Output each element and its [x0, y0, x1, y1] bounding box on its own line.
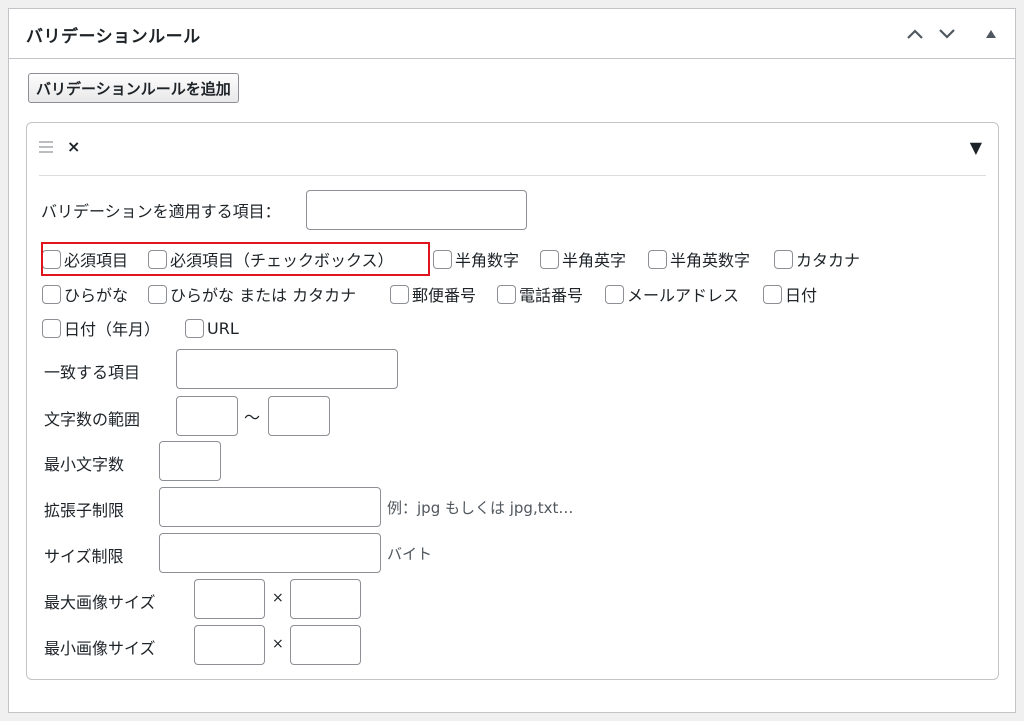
- checkbox-label: 必須項目（チェックボックス）: [170, 251, 394, 270]
- min-image-height-input[interactable]: [290, 625, 361, 665]
- chevron-up-icon: [907, 29, 923, 39]
- match-field-input[interactable]: [176, 349, 398, 389]
- target-field-input[interactable]: [306, 190, 527, 230]
- length-range-label: 文字数の範囲: [44, 410, 141, 429]
- checkbox-year-month[interactable]: 日付（年月）: [42, 316, 160, 340]
- extension-limit-input[interactable]: [159, 487, 381, 527]
- validation-rule-item: × ▼ バリデーションを適用する項目： 必須項目 必須項目（チェックボックス） …: [26, 122, 999, 680]
- max-image-times: ×: [272, 590, 284, 606]
- chevron-down-icon: [939, 29, 955, 39]
- checkbox-label: カタカナ: [796, 251, 861, 270]
- max-image-height-input[interactable]: [290, 579, 361, 619]
- length-min-input[interactable]: [176, 396, 238, 436]
- drag-handle-icon[interactable]: [39, 141, 53, 156]
- move-up-button[interactable]: [902, 22, 928, 46]
- toggle-panel-button[interactable]: [978, 22, 1004, 46]
- extension-limit-label: 拡張子制限: [44, 501, 125, 520]
- checkbox-label: 日付（年月）: [64, 320, 161, 339]
- checkbox-url[interactable]: URL: [185, 316, 239, 340]
- min-image-size-label: 最小画像サイズ: [44, 639, 156, 658]
- checkbox-label: ひらがな: [64, 286, 129, 305]
- rule-header: × ▼: [39, 123, 986, 176]
- checkbox-date[interactable]: 日付: [763, 282, 817, 306]
- checkbox-label: 必須項目: [64, 251, 129, 270]
- collapse-rule-button[interactable]: ▼: [970, 138, 982, 157]
- checkbox-label: 半角数字: [455, 251, 520, 270]
- checkbox-box[interactable]: [390, 284, 409, 304]
- move-down-button[interactable]: [934, 22, 960, 46]
- triangle-up-icon: [986, 30, 996, 38]
- size-unit-label: バイト: [387, 545, 433, 563]
- checkbox-half-width-alpha[interactable]: 半角英字: [540, 247, 626, 271]
- checkbox-box[interactable]: [497, 284, 516, 304]
- min-length-label: 最小文字数: [44, 455, 125, 474]
- postbox-title: バリデーションルール: [26, 27, 201, 47]
- checkbox-label: 半角英数字: [670, 251, 751, 270]
- checkbox-label: URL: [207, 318, 239, 338]
- checkbox-box[interactable]: [148, 249, 167, 269]
- checkbox-label: 半角英字: [562, 251, 627, 270]
- length-max-input[interactable]: [268, 396, 330, 436]
- max-image-width-input[interactable]: [194, 579, 265, 619]
- size-limit-input[interactable]: [159, 533, 381, 573]
- extension-hint: 例：jpg もしくは jpg,txt…: [387, 499, 574, 517]
- checkbox-label: ひらがな または カタカナ: [170, 286, 357, 305]
- checkbox-label: メールアドレス: [627, 286, 740, 305]
- checkbox-katakana[interactable]: カタカナ: [774, 247, 860, 271]
- checkbox-box[interactable]: [42, 318, 61, 338]
- min-image-times: ×: [272, 636, 284, 652]
- checkbox-hiragana[interactable]: ひらがな: [42, 282, 128, 306]
- validation-rules-postbox: バリデーションルール バリデーションルールを追加 × ▼ バリデーションを適用す…: [8, 8, 1016, 713]
- checkbox-box[interactable]: [648, 249, 667, 269]
- checkbox-box[interactable]: [763, 284, 782, 304]
- checkbox-hiragana-or-katakana[interactable]: ひらがな または カタカナ: [148, 282, 356, 306]
- checkbox-email[interactable]: メールアドレス: [605, 282, 739, 306]
- checkbox-label: 郵便番号: [412, 286, 477, 305]
- max-image-size-label: 最大画像サイズ: [44, 593, 156, 612]
- add-validation-rule-button[interactable]: バリデーションルールを追加: [28, 73, 239, 103]
- checkbox-box[interactable]: [433, 249, 452, 269]
- checkbox-half-width-numeric[interactable]: 半角数字: [433, 247, 519, 271]
- checkbox-phone-number[interactable]: 電話番号: [497, 282, 583, 306]
- checkbox-label: 電話番号: [519, 286, 584, 305]
- checkbox-box[interactable]: [42, 249, 61, 269]
- checkbox-required-checkbox[interactable]: 必須項目（チェックボックス）: [148, 247, 394, 271]
- checkbox-box[interactable]: [605, 284, 624, 304]
- min-image-width-input[interactable]: [194, 625, 265, 665]
- checkbox-required[interactable]: 必須項目: [42, 247, 128, 271]
- range-separator: 〜: [244, 408, 261, 427]
- checkbox-label: 日付: [785, 286, 818, 305]
- postbox-header: バリデーションルール: [9, 9, 1015, 59]
- checkbox-box[interactable]: [42, 284, 61, 304]
- remove-rule-button[interactable]: ×: [67, 137, 80, 156]
- target-field-label: バリデーションを適用する項目：: [41, 202, 281, 221]
- checkbox-half-width-alphanumeric[interactable]: 半角英数字: [648, 247, 750, 271]
- checkbox-box[interactable]: [148, 284, 167, 304]
- checkbox-box[interactable]: [185, 318, 204, 338]
- match-field-label: 一致する項目: [44, 363, 141, 382]
- checkbox-box[interactable]: [774, 249, 793, 269]
- min-length-input[interactable]: [159, 441, 221, 481]
- checkbox-postal-code[interactable]: 郵便番号: [390, 282, 476, 306]
- checkbox-box[interactable]: [540, 249, 559, 269]
- size-limit-label: サイズ制限: [44, 547, 124, 566]
